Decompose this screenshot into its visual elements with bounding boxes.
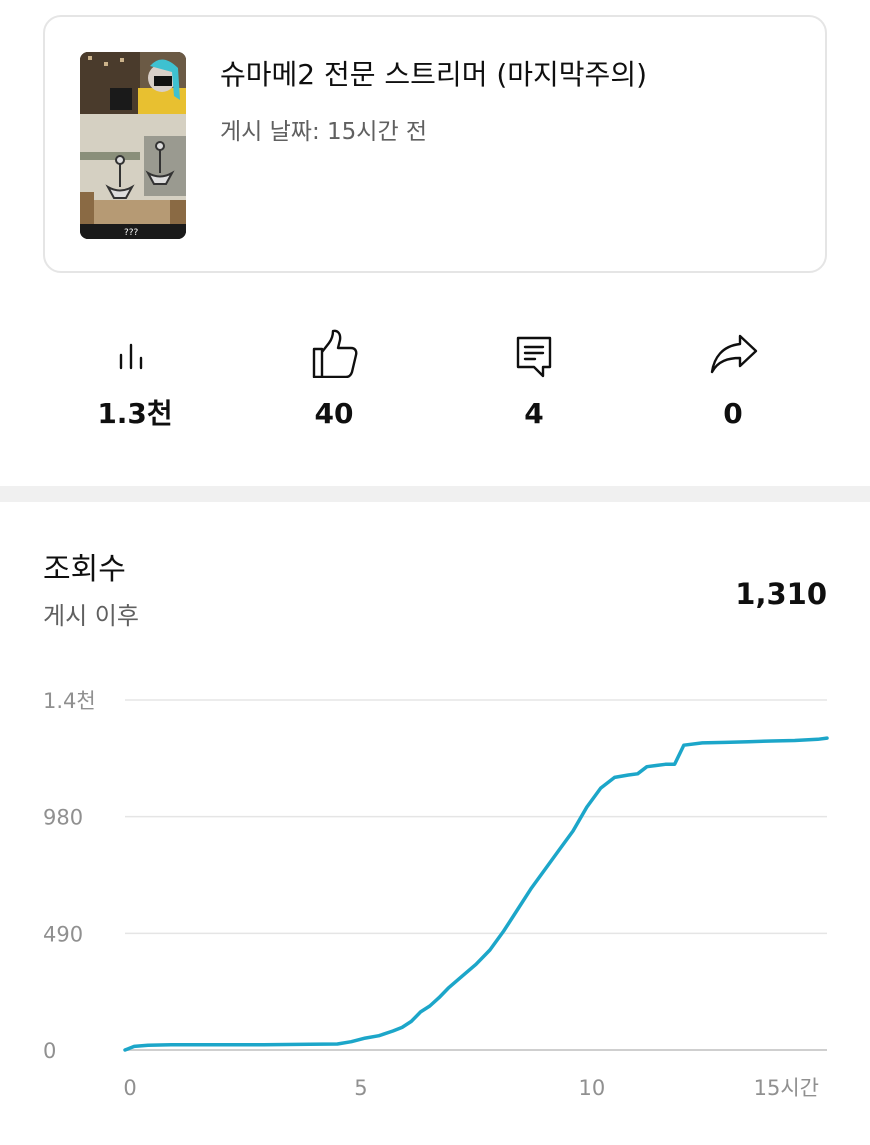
y-tick-label: 490	[43, 922, 83, 946]
stat-comments[interactable]: 4	[474, 320, 594, 450]
stat-shares-value: 0	[723, 397, 743, 430]
y-tick-label: 1.4천	[43, 689, 96, 713]
y-tick-label: 0	[43, 1039, 56, 1063]
x-tick-label: 5	[354, 1076, 367, 1100]
video-thumbnail[interactable]: ???	[80, 52, 186, 239]
stat-shares[interactable]: 0	[673, 320, 793, 450]
stat-comments-value: 4	[524, 397, 544, 430]
views-chart[interactable]: 0 490 980 1.4천 0 5 10 15시간	[0, 670, 870, 1110]
video-title[interactable]: 슈마메2 전문 스트리머 (마지막주의)	[220, 57, 647, 93]
metric-title: 조회수	[43, 552, 126, 587]
stat-views-value: 1.3천	[97, 397, 173, 430]
metric-total: 1,310	[735, 577, 827, 611]
views-series-line	[123, 736, 829, 1052]
share-icon	[710, 334, 758, 374]
y-tick-label: 980	[43, 806, 83, 830]
stats-row: 1.3천 40 4 0	[0, 320, 870, 450]
stat-likes-value: 40	[314, 397, 354, 430]
metric-subtitle: 게시 이후	[43, 602, 139, 630]
x-tick-label: 10	[578, 1076, 605, 1100]
x-tick-label: 15시간	[754, 1076, 819, 1100]
views-line-chart: 0 490 980 1.4천 0 5 10 15시간	[43, 689, 829, 1100]
x-tick-label: 0	[123, 1076, 136, 1100]
section-divider	[0, 486, 870, 502]
stat-likes[interactable]: 40	[274, 320, 394, 450]
thumbs-up-icon	[312, 329, 358, 378]
video-card[interactable]: ??? 슈마메2 전문 스트리머 (마지막주의) 게시 날짜: 15시간 전	[43, 15, 827, 273]
bar-chart-icon	[119, 343, 143, 370]
stat-views[interactable]: 1.3천	[75, 320, 195, 450]
video-published-date: 게시 날짜: 15시간 전	[220, 119, 428, 145]
thumbnail-caption: ???	[124, 228, 139, 238]
comment-icon	[516, 336, 552, 378]
